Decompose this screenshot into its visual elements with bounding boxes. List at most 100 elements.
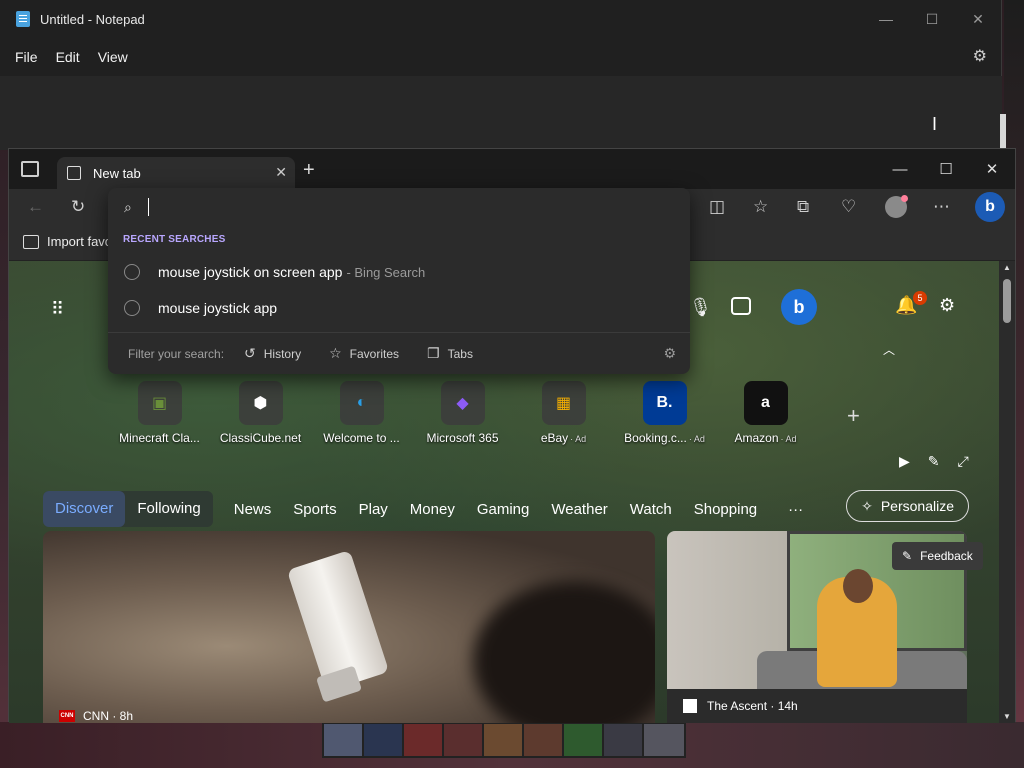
back-arrow-icon[interactable]: ← [27,197,44,217]
recent-searches-heading: RECENT SEARCHES [123,234,226,245]
minimize-button[interactable]: — [877,149,923,189]
the-ascent-logo [683,699,697,713]
filter-history-label: History [263,346,302,361]
notepad-titlebar[interactable]: Untitled - Notepad [0,0,1001,38]
card-image-shadow [473,581,655,723]
add-quick-link-button[interactable]: + [847,403,860,429]
feedback-button[interactable]: ✎ Feedback [892,542,983,570]
menu-file[interactable]: File [6,49,47,65]
quick-link[interactable]: B. Booking.c... · Ad [614,381,715,445]
notepad-menubar: File Edit View [0,38,1001,76]
hotbar-slot [324,724,364,756]
tab-gaming[interactable]: Gaming [466,501,541,518]
page-scrollbar[interactable]: ▲ ▼ [999,261,1015,723]
import-favorites-button[interactable]: Import favo [23,234,112,249]
news-card[interactable]: CNN CNN · 8h [43,531,655,723]
history-icon: ↺ [244,345,256,361]
scroll-down-icon[interactable]: ▼ [1003,712,1011,721]
expand-icon[interactable]: ⤢ [958,453,969,470]
copilot-icon[interactable]: b [975,192,1005,222]
hotbar-slot [364,724,404,756]
filter-history-button[interactable]: ↺ History [244,345,301,362]
close-button[interactable]: ✕ [955,0,1001,38]
star-icon: ☆ [329,345,342,361]
card-source-label: CNN · 8h [83,709,134,723]
address-bar-input[interactable]: ⌕ [108,188,690,226]
scrollbar-thumb[interactable] [1003,279,1011,323]
quick-link[interactable]: ⬢ ClassiCube.net [210,381,311,445]
maximize-button[interactable]: ☐ [923,149,969,189]
classicube-icon: ⬢ [238,381,283,425]
hotbar-slot [644,724,684,756]
suggestion-item[interactable]: mouse joystick on screen app - Bing Sear… [108,254,690,290]
quick-link[interactable]: ◐ Welcome to ... [311,381,412,445]
tabs-icon: ❐ [427,345,440,361]
page-settings-gear-icon[interactable]: ⚙ [939,295,955,316]
tab-close-icon[interactable]: ✕ [275,164,287,181]
tab-new-tab[interactable]: New tab ✕ [57,157,295,189]
refresh-icon[interactable]: ↻ [71,197,85,217]
notepad-icon [16,11,30,27]
sparkle-icon: ✧ [861,497,873,514]
visual-search-icon[interactable] [731,297,751,315]
text-cursor-icon: I [932,114,938,134]
quick-link[interactable]: ▣ Minecraft Cla... [109,381,210,445]
quick-link[interactable]: ◆ Microsoft 365 [412,381,513,445]
filter-label: Filter your search: [128,346,225,361]
quick-link-label: eBay · Ad [540,431,587,445]
suggestion-item[interactable]: mouse joystick app [108,290,690,326]
tab-play[interactable]: Play [348,501,399,518]
tab-news[interactable]: News [223,501,283,518]
feedback-label: Feedback [920,549,973,563]
search-filter-bar: Filter your search: ↺ History ☆ Favorite… [108,332,690,374]
gear-icon[interactable]: ⚙ [663,345,676,362]
address-bar-dropdown: ⌕ RECENT SEARCHES mouse joystick on scre… [108,188,690,374]
quick-link[interactable]: a Amazon · Ad [715,381,816,445]
edit-background-icon[interactable]: ✎ [928,453,940,470]
more-tabs-button[interactable]: ··· [788,501,803,518]
microphone-icon[interactable]: 🎙 [689,297,712,318]
performance-heart-icon[interactable]: ♡ [841,197,856,217]
menu-view[interactable]: View [89,49,137,65]
filter-favorites-button[interactable]: ☆ Favorites [329,345,399,362]
gear-icon[interactable]: ⚙ [973,46,987,66]
tab-actions-icon[interactable] [21,161,39,177]
maximize-button[interactable]: ☐ [909,0,955,38]
quick-link[interactable]: ▦ eBay · Ad [513,381,614,445]
close-button[interactable]: ✕ [969,149,1015,189]
chevron-up-icon[interactable]: ︿ [883,341,895,358]
play-icon[interactable]: ▶ [899,453,910,470]
app-launcher-icon[interactable]: ⠿ [51,299,64,320]
edge-logo-icon: ◐ [339,381,384,425]
favorites-star-icon[interactable]: ☆ [753,197,768,217]
history-icon [124,300,140,316]
search-icon: ⌕ [124,198,132,215]
collections-icon[interactable]: ⧉ [797,197,809,217]
menu-edit[interactable]: Edit [47,49,89,65]
cnn-logo: CNN [59,710,75,722]
tab-shopping[interactable]: Shopping [683,501,768,518]
tab-watch[interactable]: Watch [619,501,683,518]
split-screen-icon[interactable]: ◫ [709,197,725,217]
suggestion-text: mouse joystick on screen app [158,264,343,280]
bing-chat-icon[interactable]: b [781,289,817,325]
tab-following[interactable]: Following [125,491,212,527]
text-caret [147,198,150,216]
new-tab-button[interactable]: + [303,159,315,182]
minimize-button[interactable]: — [863,0,909,38]
tab-weather[interactable]: Weather [540,501,618,518]
personalize-button[interactable]: ✧ Personalize [846,490,969,522]
tab-discover[interactable]: Discover [43,491,126,527]
tab-sports[interactable]: Sports [282,501,347,518]
tab-money[interactable]: Money [399,501,466,518]
card-source: The Ascent · 14h [667,689,967,723]
filter-tabs-button[interactable]: ❐ Tabs [427,345,473,362]
scroll-up-icon[interactable]: ▲ [1003,263,1011,272]
profile-avatar-icon[interactable] [885,195,908,218]
card-source-label: The Ascent · 14h [707,699,798,713]
notepad-scrollbar[interactable] [1000,114,1006,150]
more-menu-icon[interactable]: ⋯ [933,197,950,217]
quick-link-label: Amazon · Ad [734,431,797,445]
quick-links: ▣ Minecraft Cla... ⬢ ClassiCube.net ◐ We… [109,381,816,445]
notepad-text-area[interactable] [0,76,1002,150]
